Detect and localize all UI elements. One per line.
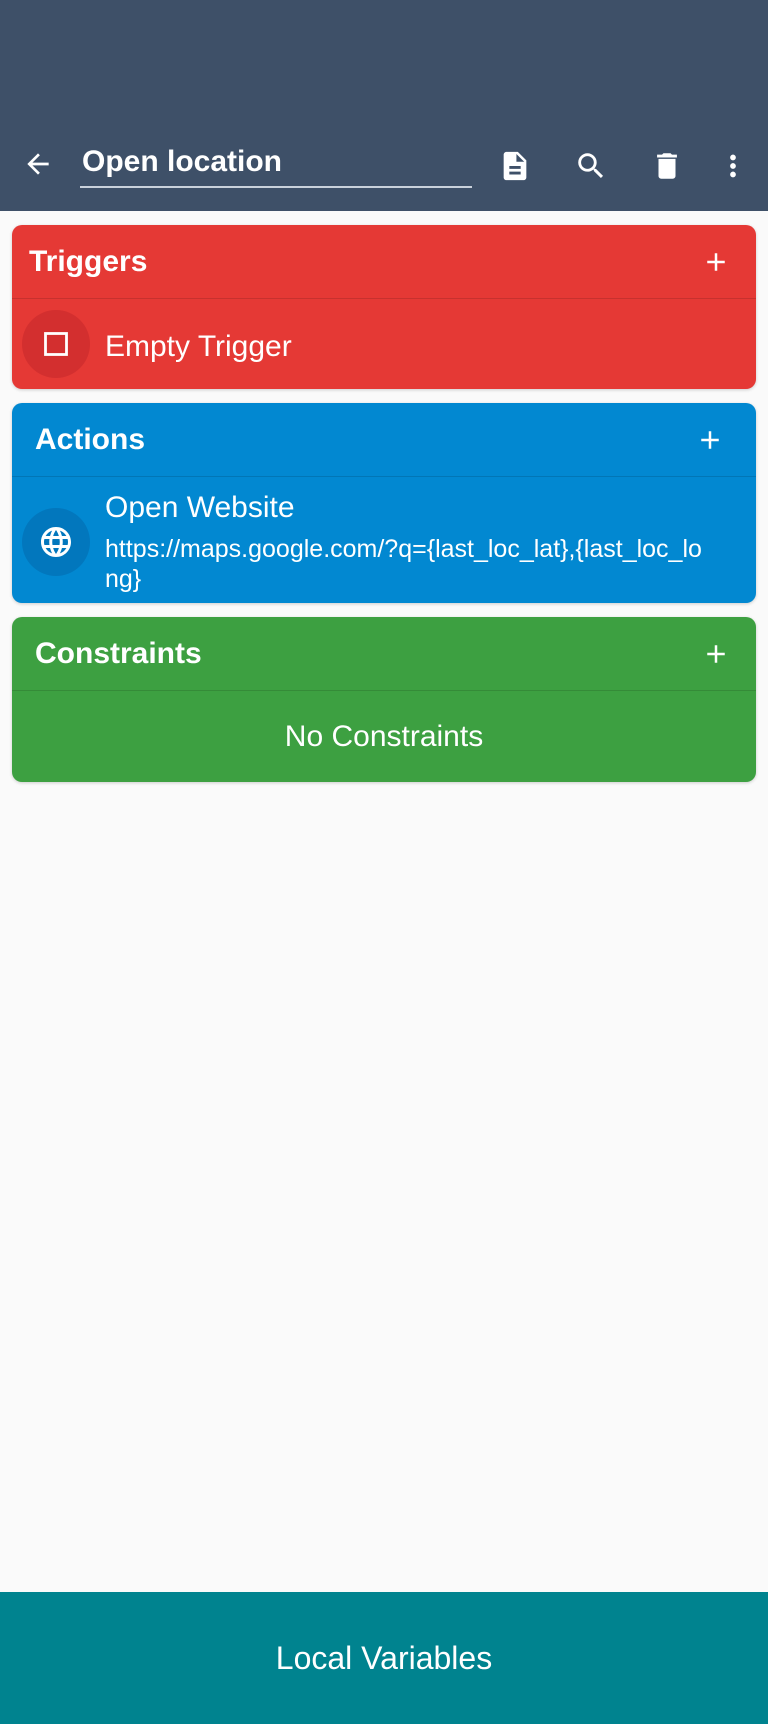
- action-icon-circle: [22, 508, 90, 576]
- search-button[interactable]: [569, 144, 613, 188]
- actions-title: Actions: [35, 422, 146, 456]
- triggers-card: Triggers Empty Trigger: [12, 225, 756, 389]
- checkbox-outline-icon: [44, 332, 68, 356]
- add-action-button[interactable]: [688, 418, 732, 462]
- no-constraints-text: No Constraints: [284, 719, 484, 753]
- actions-card: Actions Open Website https://maps.google…: [12, 403, 756, 603]
- local-variables-label: Local Variables: [275, 1639, 493, 1676]
- more-vert-icon: [730, 154, 736, 178]
- action-item[interactable]: Open Website https://maps.google.com/?q=…: [12, 477, 756, 603]
- arrow-left-icon: [27, 153, 49, 175]
- search-icon: [578, 153, 604, 179]
- app-bar: [0, 0, 768, 211]
- macro-name-field[interactable]: [80, 140, 472, 188]
- globe-icon: [41, 527, 71, 557]
- trigger-item[interactable]: Empty Trigger: [12, 299, 756, 389]
- trash-icon: [657, 153, 677, 179]
- more-options-button[interactable]: [711, 144, 755, 188]
- constraints-card: Constraints No Constraints: [12, 617, 756, 782]
- trigger-icon-circle: [22, 310, 90, 378]
- triggers-header: Triggers: [12, 225, 756, 299]
- plus-icon: [707, 253, 725, 271]
- constraints-header: Constraints: [12, 617, 756, 691]
- back-button[interactable]: [18, 144, 58, 184]
- macro-editor-screen: Triggers Empty Trigger Actions: [0, 0, 768, 1724]
- constraints-empty-row: No Constraints: [12, 691, 756, 782]
- action-item-title: Open Website: [105, 491, 295, 524]
- macro-name-input[interactable]: [80, 140, 472, 184]
- trigger-item-title: Empty Trigger: [105, 330, 292, 363]
- delete-button[interactable]: [645, 144, 689, 188]
- description-button[interactable]: [493, 144, 537, 188]
- plus-icon: [701, 431, 719, 449]
- actions-header: Actions: [12, 403, 756, 477]
- add-trigger-button[interactable]: [694, 240, 738, 284]
- local-variables-button[interactable]: Local Variables: [0, 1592, 768, 1724]
- plus-icon: [707, 645, 725, 663]
- constraints-title: Constraints: [35, 636, 202, 670]
- add-constraint-button[interactable]: [694, 632, 738, 676]
- document-icon: [503, 151, 527, 181]
- triggers-title: Triggers: [29, 244, 148, 278]
- action-item-detail: https://maps.google.com/?q={last_loc_lat…: [105, 535, 702, 593]
